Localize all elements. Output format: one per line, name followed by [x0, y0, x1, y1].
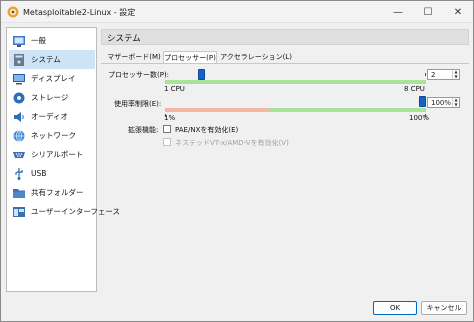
- maximize-button[interactable]: ☐: [413, 1, 443, 23]
- sidebar-item-label: USB: [31, 169, 47, 178]
- sidebar-item-system[interactable]: システム: [9, 50, 95, 69]
- maximize-icon: ☐: [423, 6, 433, 18]
- execution-cap-track: [165, 108, 426, 112]
- execution-cap-slider[interactable]: [419, 96, 426, 107]
- minimize-button[interactable]: —: [383, 1, 413, 23]
- cancel-button[interactable]: キャンセル: [421, 301, 467, 315]
- network-icon: [13, 129, 25, 142]
- cancel-button-label: キャンセル: [426, 304, 462, 312]
- nested-vtx-label[interactable]: ネステッドVT-x/AMD-Vを有効化(V): [175, 138, 289, 148]
- processor-min-label: 1 CPU: [164, 85, 185, 93]
- sidebar-item-label: ネットワーク: [31, 131, 76, 140]
- title-bar: Metasploitable2-Linux - 設定 — ☐ ✕: [1, 1, 473, 23]
- sidebar-item-general[interactable]: 一般: [9, 31, 95, 50]
- processor-tab-pane: [101, 63, 469, 288]
- track-green-segment: [269, 108, 426, 112]
- panel-header: システム: [101, 29, 469, 45]
- processor-count-spinbox[interactable]: 2 ▲ ▼: [427, 69, 460, 80]
- close-icon: ✕: [453, 6, 463, 18]
- pae-nx-checkbox[interactable]: [163, 125, 171, 133]
- sidebar-item-label: シリアルポート: [31, 150, 84, 159]
- page-title: システム: [107, 34, 141, 44]
- close-button[interactable]: ✕: [443, 1, 473, 23]
- extended-features-label: 拡張機能:: [128, 126, 159, 134]
- nested-vtx-checkbox[interactable]: [163, 138, 171, 146]
- storage-icon: [13, 92, 25, 103]
- sidebar-item-audio[interactable]: オーディオ: [9, 107, 95, 126]
- virtualbox-app-icon: [7, 6, 19, 18]
- shared-folder-icon: [13, 188, 25, 198]
- audio-icon: [14, 111, 24, 122]
- tab-motherboard[interactable]: マザーボード(M): [106, 51, 162, 63]
- sidebar-item-user-interface[interactable]: ユーザーインターフェース: [9, 202, 120, 221]
- sidebar-item-label: ディスプレイ: [31, 74, 76, 83]
- usb-icon: [15, 167, 23, 180]
- sidebar-item-label: オーディオ: [31, 112, 68, 121]
- execution-cap-ticks: [165, 114, 426, 117]
- spin-arrows-icon[interactable]: ▲ ▼: [452, 69, 459, 79]
- display-icon: [13, 73, 25, 84]
- system-icon: [14, 53, 24, 66]
- tab-label: プロセッサー(P): [164, 54, 216, 62]
- sidebar-item-network[interactable]: ネットワーク: [9, 126, 95, 145]
- processor-count-label: プロセッサー数(P):: [108, 71, 170, 79]
- sidebar-item-label: 共有フォルダー: [31, 188, 84, 197]
- ok-button[interactable]: OK: [373, 301, 417, 315]
- track-green-segment: [165, 80, 426, 84]
- settings-sidebar: 一般 システム ディスプレイ ストレージ オーディオ ネットワーク シリアルポー…: [6, 27, 120, 292]
- minimize-icon: —: [393, 6, 403, 18]
- processor-max-label: 8 CPU: [404, 85, 425, 93]
- processor-count-slider[interactable]: [198, 69, 206, 80]
- execution-cap-spinbox[interactable]: 100% ▲ ▼: [427, 97, 460, 108]
- sidebar-item-storage[interactable]: ストレージ: [9, 88, 95, 107]
- window-title: Metasploitable2-Linux - 設定: [23, 8, 136, 17]
- sidebar-item-display[interactable]: ディスプレイ: [9, 69, 95, 88]
- tab-acceleration[interactable]: アクセラレーション(L): [219, 51, 293, 63]
- tab-bar: マザーボード(M) プロセッサー(P) アクセラレーション(L): [101, 51, 469, 64]
- sidebar-item-label: システム: [31, 55, 61, 64]
- processor-count-value: 2: [431, 71, 436, 79]
- tab-label: アクセラレーション(L): [220, 53, 292, 61]
- ok-button-label: OK: [389, 304, 401, 312]
- spin-arrows-icon[interactable]: ▲ ▼: [452, 97, 459, 107]
- track-red-segment: [165, 108, 270, 112]
- settings-window: Metasploitable2-Linux - 設定 — ☐ ✕ 一般 システム…: [0, 0, 474, 322]
- processor-count-track: [165, 80, 426, 84]
- execution-cap-label: 使用率制限(E):: [114, 100, 162, 108]
- sidebar-item-label: ストレージ: [31, 93, 69, 102]
- user-interface-icon: [13, 206, 25, 217]
- tab-label: マザーボード(M): [107, 53, 161, 61]
- sidebar-item-serial-port[interactable]: シリアルポート: [9, 145, 95, 164]
- sidebar-item-shared-folders[interactable]: 共有フォルダー: [9, 183, 95, 202]
- serial-port-icon: [13, 151, 25, 158]
- pae-nx-label[interactable]: PAE/NXを有効化(E): [175, 125, 238, 135]
- general-icon: [13, 35, 25, 47]
- execution-cap-min-label: 1%: [164, 114, 176, 122]
- execution-cap-max-label: 100%: [409, 114, 430, 122]
- sidebar-item-label: 一般: [31, 36, 46, 45]
- sidebar-item-usb[interactable]: USB: [9, 164, 95, 183]
- execution-cap-value: 100%: [431, 99, 452, 107]
